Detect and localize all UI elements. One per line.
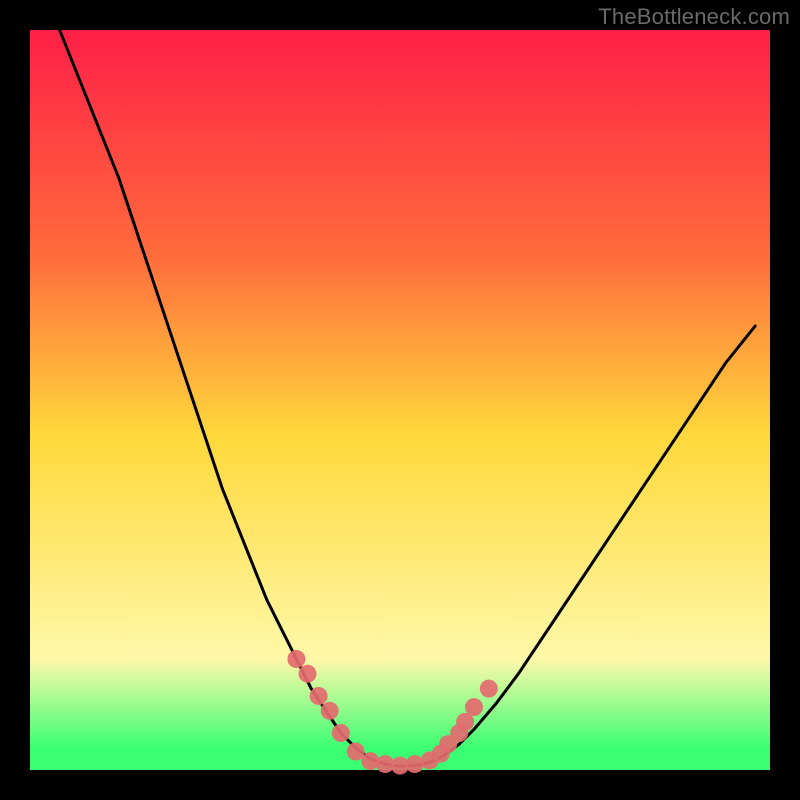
sweet-spot-dot: [287, 650, 305, 668]
sweet-spot-dot: [480, 680, 498, 698]
gradient-background: [30, 30, 770, 770]
watermark-text: TheBottleneck.com: [598, 4, 790, 30]
bottleneck-chart: [0, 0, 800, 800]
sweet-spot-dot: [465, 698, 483, 716]
sweet-spot-dot: [321, 702, 339, 720]
sweet-spot-dot: [332, 724, 350, 742]
sweet-spot-dot: [347, 743, 365, 761]
sweet-spot-dot: [361, 752, 379, 770]
sweet-spot-dot: [310, 687, 328, 705]
sweet-spot-dot: [299, 665, 317, 683]
chart-frame: TheBottleneck.com: [0, 0, 800, 800]
